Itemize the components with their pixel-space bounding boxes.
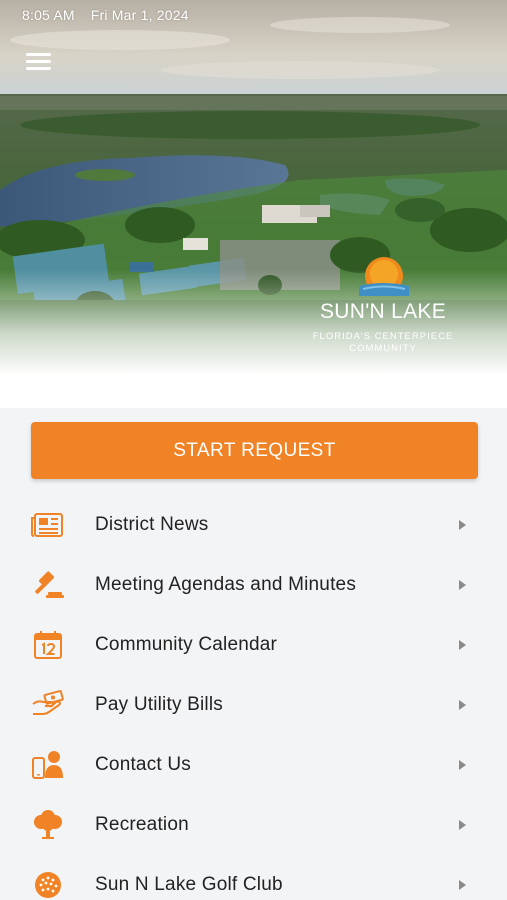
newspaper-icon	[31, 510, 65, 540]
logo-name: SUN'N LAKE	[319, 300, 447, 323]
logo-tagline-line1: FLORIDA'S CENTERPIECE	[312, 331, 454, 342]
menu-item-community-calendar[interactable]: Community Calendar	[0, 615, 507, 675]
chevron-right-icon	[459, 880, 466, 890]
calendar-icon	[31, 630, 65, 660]
menu-item-label: Community Calendar	[95, 634, 278, 655]
menu-item-contact-us[interactable]: Contact Us	[0, 735, 507, 795]
menu-item-recreation[interactable]: Recreation	[0, 795, 507, 855]
phone-person-icon	[31, 750, 65, 780]
sunset-logo-icon	[359, 257, 409, 296]
chevron-right-icon	[459, 820, 466, 830]
gavel-icon	[31, 570, 65, 600]
chevron-right-icon	[459, 760, 466, 770]
menu-item-label: Meeting Agendas and Minutes	[95, 574, 357, 595]
hamburger-menu-icon[interactable]	[24, 50, 54, 74]
status-bar: 8:05 AM Fri Mar 1, 2024	[22, 7, 189, 25]
menu-item-district-news[interactable]: District News	[0, 495, 507, 555]
chevron-right-icon	[459, 580, 466, 590]
menu-item-label: Sun N Lake Golf Club	[95, 874, 283, 895]
sun-n-lake-logo: SUN'N LAKE FLORIDA'S CENTERPIECE COMMUNI…	[308, 252, 458, 362]
chevron-right-icon	[459, 700, 466, 710]
logo-tagline-line2: COMMUNITY	[349, 343, 417, 354]
status-time: 8:05 AM	[22, 7, 75, 23]
hand-money-icon	[31, 690, 65, 720]
start-request-button[interactable]: START REQUEST	[31, 422, 478, 479]
menu-item-label: Recreation	[95, 814, 189, 835]
menu-item-label: Pay Utility Bills	[95, 694, 223, 715]
menu-list: District News Meeting Agendas and Minute…	[0, 495, 507, 900]
hero-banner: 8:05 AM Fri Mar 1, 2024 SUN'N LAKE FLORID…	[0, 0, 507, 408]
chevron-right-icon	[459, 520, 466, 530]
menu-item-label: District News	[95, 514, 209, 535]
menu-item-meeting-agendas[interactable]: Meeting Agendas and Minutes	[0, 555, 507, 615]
chevron-right-icon	[459, 640, 466, 650]
menu-item-golf-club[interactable]: Sun N Lake Golf Club	[0, 855, 507, 900]
tree-icon	[31, 810, 65, 840]
menu-item-pay-utility-bills[interactable]: Pay Utility Bills	[0, 675, 507, 735]
golf-ball-icon	[31, 870, 65, 900]
logo-tagline: FLORIDA'S CENTERPIECE COMMUNITY	[308, 331, 458, 355]
status-date: Fri Mar 1, 2024	[90, 7, 189, 23]
menu-item-label: Contact Us	[95, 754, 191, 775]
